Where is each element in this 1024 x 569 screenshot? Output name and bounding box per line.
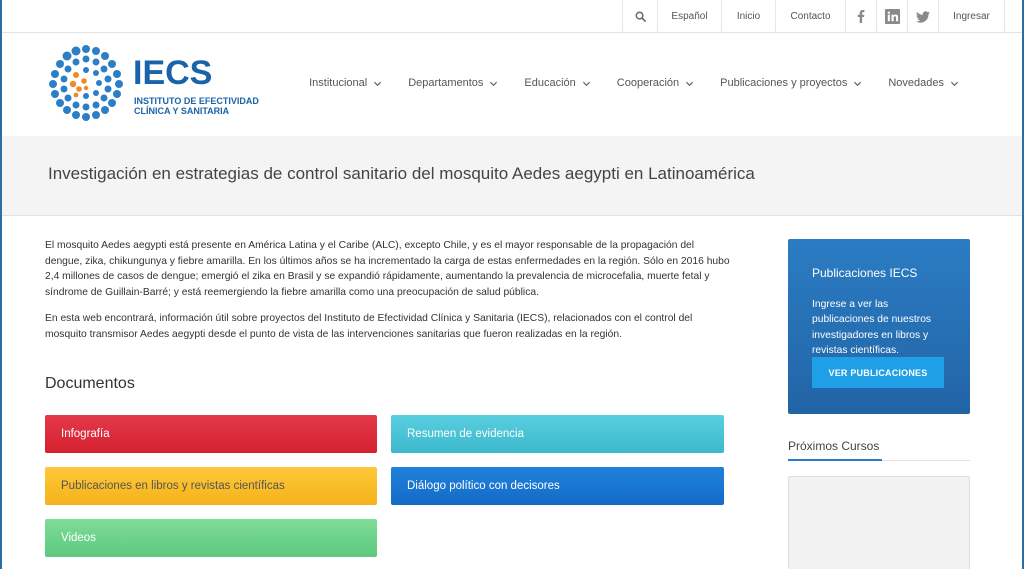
nav-departamentos[interactable]: Departamentos [408, 77, 498, 89]
main-nav: Institucional Departamentos Educación Co… [283, 33, 959, 133]
cursos-placeholder-box [788, 476, 970, 569]
nav-cooperacion[interactable]: Cooperación [617, 77, 694, 89]
publicaciones-panel-text: Ingrese a ver las publicaciones de nuest… [812, 299, 932, 356]
inicio-link[interactable]: Inicio [721, 0, 775, 33]
logo-globe-icon [49, 45, 123, 121]
chevron-down-icon [490, 81, 498, 86]
publicaciones-panel-title: Publicaciones IECS [812, 266, 918, 280]
facebook-link[interactable] [845, 0, 876, 33]
chevron-down-icon [582, 81, 590, 86]
logo-wordmark: IECS [133, 54, 213, 92]
nav-label: Departamentos [408, 77, 484, 89]
cursos-divider-accent [788, 459, 882, 461]
page-title-band: Investigación en estrategias de control … [2, 136, 1022, 216]
nav-educacion[interactable]: Educación [524, 77, 590, 89]
ingresar-link[interactable]: Ingresar [938, 0, 1005, 33]
publicaciones-iecs-panel: Publicaciones IECS Ingrese a ver las pub… [788, 239, 970, 414]
nav-label: Cooperación [616, 77, 680, 89]
chevron-down-icon [950, 81, 959, 86]
main-content: El mosquito Aedes aegypti está presente … [45, 238, 730, 353]
resumen-evidencia-button[interactable]: Resumen de evidencia [391, 415, 724, 453]
site-header: IECS INSTITUTO DE EFECTIVIDAD CLÍNICA Y … [2, 33, 1022, 136]
linkedin-icon [884, 9, 900, 24]
nav-label: Novedades [888, 77, 944, 89]
language-link[interactable]: Español [657, 0, 721, 33]
documents-heading: Documentos [45, 375, 135, 392]
chevron-down-icon [374, 81, 382, 86]
chevron-down-icon [854, 81, 862, 86]
nav-label: Publicaciones y proyectos [720, 77, 848, 89]
logo-subtitle-line1: INSTITUTO DE EFECTIVIDAD [134, 96, 259, 106]
nav-publicaciones-proyectos[interactable]: Publicaciones y proyectos [720, 77, 862, 89]
intro-paragraph: El mosquito Aedes aegypti está presente … [45, 240, 730, 298]
nav-novedades[interactable]: Novedades [888, 77, 959, 89]
nav-institucional[interactable]: Institucional [309, 77, 382, 89]
chevron-down-icon [686, 81, 694, 86]
publicaciones-button[interactable]: Publicaciones en libros y revistas cient… [45, 467, 377, 505]
contacto-link[interactable]: Contacto [775, 0, 845, 33]
top-utility-items: Español Inicio Contacto Ingresar [622, 0, 1022, 33]
facebook-icon [857, 10, 865, 23]
nav-label: Educación [524, 77, 576, 89]
nav-label: Institucional [309, 77, 368, 89]
logo-subtitle: INSTITUTO DE EFECTIVIDAD CLÍNICA Y SANIT… [134, 96, 284, 116]
iecs-logo[interactable]: IECS INSTITUTO DE EFECTIVIDAD CLÍNICA Y … [46, 43, 286, 127]
twitter-link[interactable] [907, 0, 938, 33]
proximos-cursos-heading: Próximos Cursos [788, 439, 880, 453]
dialogo-politico-button[interactable]: Diálogo político con decisores [391, 467, 724, 505]
logo-subtitle-line2: CLÍNICA Y SANITARIA [134, 106, 230, 116]
search-button[interactable] [622, 0, 657, 33]
twitter-icon [916, 10, 930, 23]
infografia-button[interactable]: Infografía [45, 415, 377, 453]
page-title: Investigación en estrategias de control … [48, 164, 755, 183]
videos-button[interactable]: Videos [45, 519, 377, 557]
info-paragraph: En esta web encontrará, información útil… [45, 313, 693, 340]
ver-publicaciones-button[interactable]: VER PUBLICACIONES [812, 357, 944, 388]
top-utility-bar: Español Inicio Contacto Ingresar [2, 0, 1022, 33]
search-icon [635, 11, 646, 22]
linkedin-link[interactable] [876, 0, 907, 33]
